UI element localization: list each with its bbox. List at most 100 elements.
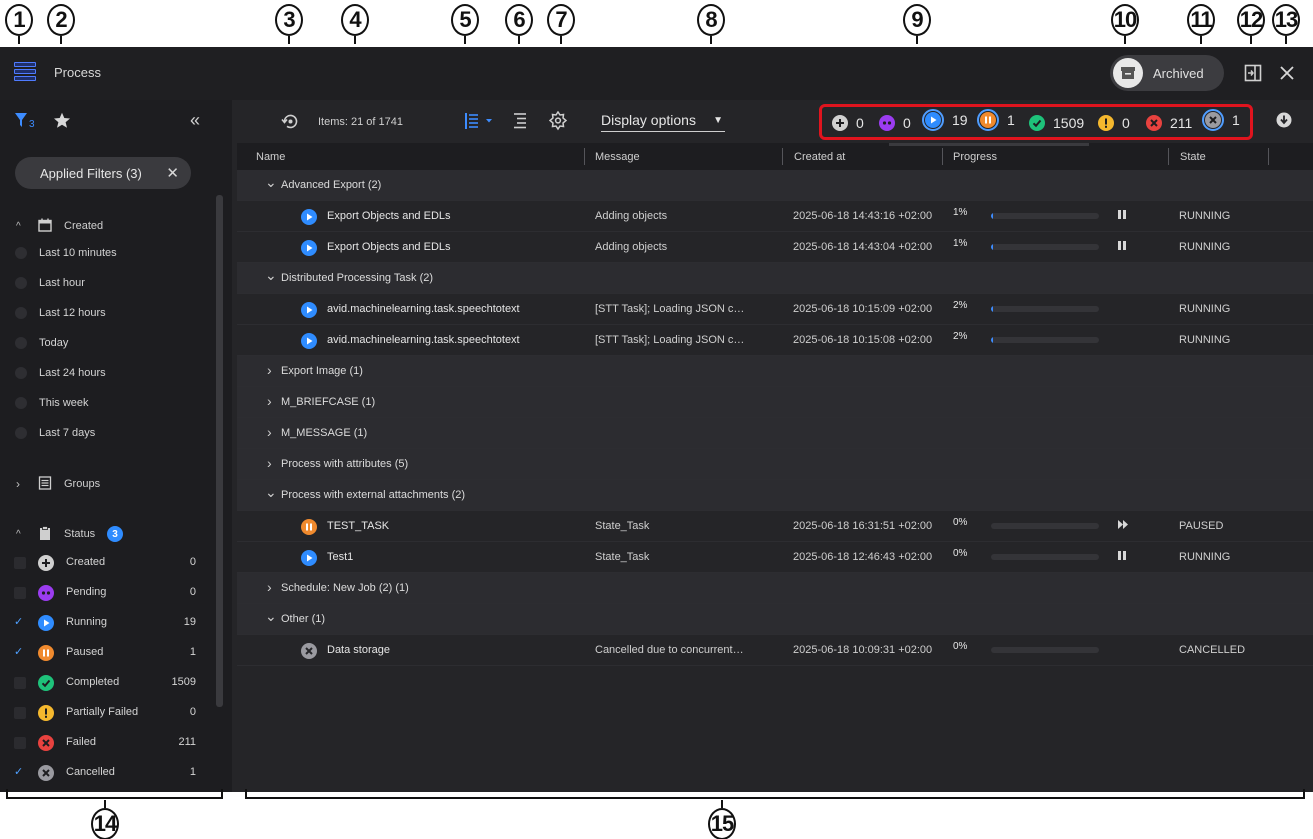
clear-filters-icon[interactable]: ✕ [166, 164, 179, 182]
status-count: 0 [189, 586, 196, 598]
refresh-history-icon[interactable] [281, 112, 300, 136]
summary-cancel[interactable]: 1 [1202, 109, 1240, 131]
time-filter-option[interactable]: Today [15, 335, 68, 351]
pause-icon[interactable] [1117, 550, 1127, 564]
radio-button[interactable] [15, 307, 27, 319]
radio-button[interactable] [15, 367, 27, 379]
column-resize-handle[interactable] [942, 148, 943, 165]
group-view-button[interactable] [464, 112, 494, 135]
checkbox[interactable] [14, 677, 26, 689]
column-header-name[interactable]: Name [256, 151, 285, 163]
play-icon [301, 240, 317, 256]
chevron-down-icon[interactable]: ⌄ [265, 608, 277, 625]
status-filter-partially-failed[interactable]: Partially Failed 0 [14, 703, 202, 723]
table-row[interactable]: avid.machinelearning.task.speechtotext [… [237, 294, 1313, 325]
column-header-message[interactable]: Message [595, 151, 640, 163]
table-row[interactable]: Export Objects and EDLs Adding objects 2… [237, 232, 1313, 263]
summary-plus[interactable]: 0 [832, 114, 864, 132]
summary-pending[interactable]: 0 [879, 114, 911, 132]
checkbox[interactable] [14, 707, 26, 719]
table-row[interactable]: Export Objects and EDLs Adding objects 2… [237, 201, 1313, 232]
scroll-down-button[interactable] [1276, 112, 1292, 133]
radio-button[interactable] [15, 397, 27, 409]
table-row[interactable]: Data storage Cancelled due to concurrent… [237, 635, 1313, 666]
group-row[interactable]: › M_BRIEFCASE (1) [237, 387, 1313, 418]
time-filter-option[interactable]: Last 24 hours [15, 365, 106, 381]
status-filter-running[interactable]: ✓ Running 19 [14, 613, 202, 633]
radio-button[interactable] [15, 277, 27, 289]
table-row[interactable]: TEST_TASK State_Task 2025-06-18 16:31:51… [237, 511, 1313, 542]
horizontal-scrollbar[interactable] [889, 143, 1089, 146]
checkmark-icon[interactable]: ✓ [14, 645, 26, 658]
column-resize-handle[interactable] [782, 148, 783, 165]
process-created-at: 2025-06-18 10:15:08 +02:00 [793, 334, 933, 346]
radio-button[interactable] [15, 247, 27, 259]
resume-icon[interactable] [1117, 519, 1131, 533]
group-row[interactable]: ⌄ Other (1) [237, 604, 1313, 635]
chevron-right-icon[interactable]: › [267, 393, 272, 409]
pause-icon[interactable] [1117, 209, 1127, 223]
status-filter-failed[interactable]: Failed 211 [14, 733, 202, 753]
archived-toggle[interactable]: Archived [1110, 55, 1224, 91]
settings-gear-icon[interactable] [548, 110, 568, 136]
chevron-right-icon[interactable]: › [267, 455, 272, 471]
collapse-sidebar-icon[interactable]: « [190, 111, 200, 129]
column-header-created-at[interactable]: Created at [794, 151, 845, 163]
group-row[interactable]: › Process with attributes (5) [237, 449, 1313, 480]
status-filter-paused[interactable]: ✓ Paused 1 [14, 643, 202, 663]
created-section-header[interactable]: ^ Created [0, 216, 232, 236]
pause-icon[interactable] [1117, 240, 1127, 254]
display-options-dropdown[interactable]: Display options ▼ [601, 112, 725, 132]
checkmark-icon[interactable]: ✓ [14, 615, 26, 628]
checkbox[interactable] [14, 587, 26, 599]
column-resize-handle[interactable] [1168, 148, 1169, 165]
chevron-down-icon[interactable]: ⌄ [265, 267, 277, 284]
applied-filters-chip[interactable]: Applied Filters (3) ✕ [15, 157, 191, 189]
summary-play[interactable]: 19 [922, 109, 968, 131]
time-filter-option[interactable]: This week [15, 395, 89, 411]
summary-exclamation[interactable]: 0 [1098, 114, 1130, 132]
status-filter-pending[interactable]: Pending 0 [14, 583, 202, 603]
group-row[interactable]: ⌄ Distributed Processing Task (2) [237, 263, 1313, 294]
time-filter-option[interactable]: Last 10 minutes [15, 245, 117, 261]
chevron-right-icon[interactable]: › [267, 424, 272, 440]
favorites-star-icon[interactable] [53, 112, 71, 134]
group-row[interactable]: › Export Image (1) [237, 356, 1313, 387]
summary-pause[interactable]: 1 [977, 109, 1015, 131]
checkbox[interactable] [14, 557, 26, 569]
group-row[interactable]: › Schedule: New Job (2) (1) [237, 573, 1313, 604]
status-section-header[interactable]: ^ Status 3 [0, 524, 232, 544]
table-row[interactable]: avid.machinelearning.task.speechtotext [… [237, 325, 1313, 356]
checkbox[interactable] [14, 737, 26, 749]
filter-toggle[interactable]: 3 [14, 112, 35, 133]
table-row[interactable]: Test1 State_Task 2025-06-18 12:46:43 +02… [237, 542, 1313, 573]
group-row[interactable]: › M_MESSAGE (1) [237, 418, 1313, 449]
column-resize-handle[interactable] [1268, 148, 1269, 165]
chevron-right-icon[interactable]: › [267, 579, 272, 595]
status-filter-completed[interactable]: Completed 1509 [14, 673, 202, 693]
groups-section-header[interactable]: › Groups [0, 474, 232, 494]
checkmark-icon[interactable]: ✓ [14, 765, 26, 778]
group-row[interactable]: ⌄ Process with external attachments (2) [237, 480, 1313, 511]
process-name: Export Objects and EDLs [327, 210, 451, 222]
chevron-down-icon[interactable]: ⌄ [265, 484, 277, 501]
chevron-down-icon[interactable]: ⌄ [265, 174, 277, 191]
summary-check[interactable]: 1509 [1029, 114, 1084, 132]
time-filter-option[interactable]: Last 12 hours [15, 305, 106, 321]
radio-button[interactable] [15, 337, 27, 349]
group-row[interactable]: ⌄ Advanced Export (2) [237, 170, 1313, 201]
detach-window-icon[interactable] [1244, 64, 1262, 87]
summary-x[interactable]: 211 [1146, 114, 1192, 132]
radio-button[interactable] [15, 427, 27, 439]
close-icon[interactable] [1278, 64, 1296, 87]
column-header-progress[interactable]: Progress [953, 151, 997, 163]
column-resize-handle[interactable] [584, 148, 585, 165]
status-filter-created[interactable]: Created 0 [14, 553, 202, 573]
flat-list-icon[interactable] [513, 112, 529, 135]
status-filter-cancelled[interactable]: ✓ Cancelled 1 [14, 763, 202, 783]
time-filter-option[interactable]: Last 7 days [15, 425, 95, 441]
column-header-state[interactable]: State [1180, 151, 1206, 163]
time-filter-option[interactable]: Last hour [15, 275, 85, 291]
chevron-right-icon[interactable]: › [267, 362, 272, 378]
sidebar-scrollbar[interactable] [216, 195, 223, 707]
